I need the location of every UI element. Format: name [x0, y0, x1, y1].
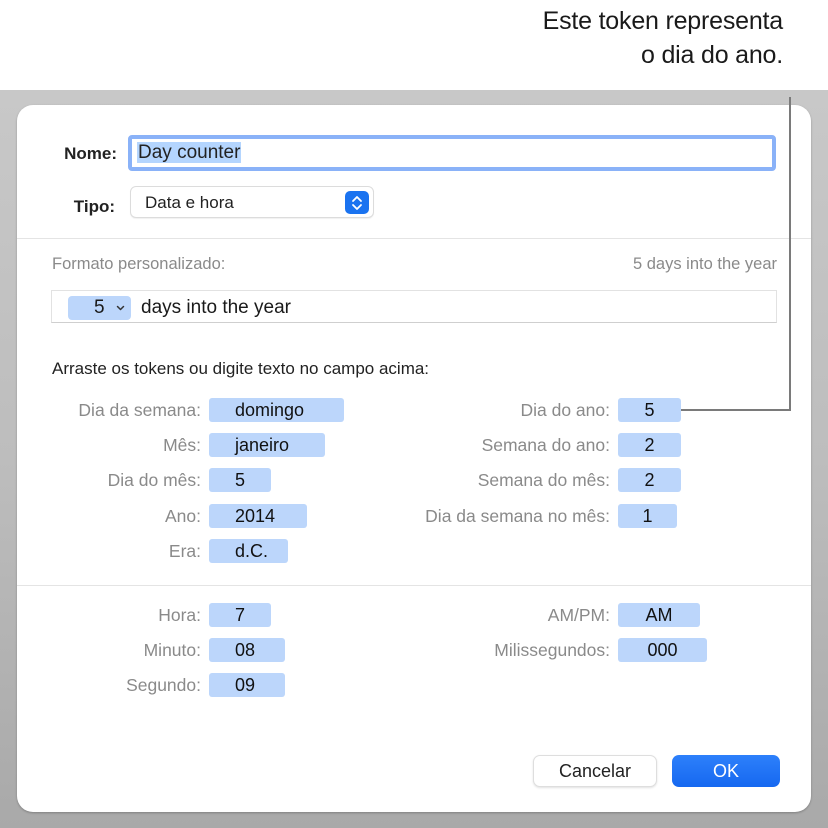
callout-leader-horizontal	[681, 409, 791, 411]
token-weekday-in-month[interactable]: 1	[618, 504, 677, 528]
token-hour[interactable]: 7	[209, 603, 271, 627]
token-era[interactable]: d.C.	[209, 539, 288, 563]
token-label: Dia da semana no mês:	[425, 506, 610, 526]
ok-button[interactable]: OK	[672, 755, 780, 787]
token-year[interactable]: 2014	[209, 504, 307, 528]
token-label: Segundo:	[126, 675, 201, 695]
chevron-down-icon[interactable]	[116, 296, 125, 329]
callout-annotation: Este token representa o dia do ano.	[542, 4, 784, 72]
instructions-text: Arraste os tokens ou digite texto no cam…	[52, 359, 430, 378]
token-label: Semana do mês:	[477, 470, 610, 490]
format-token-field[interactable]: 5 days into the year	[51, 290, 777, 323]
type-label: Tipo:	[73, 197, 115, 216]
token-label: AM/PM:	[547, 605, 610, 625]
token-label: Dia do ano:	[520, 400, 610, 420]
token-month[interactable]: janeiro	[209, 433, 325, 457]
callout-line-1: Este token representa	[542, 7, 784, 35]
token-label: Era:	[168, 541, 201, 561]
name-input[interactable]: Day counter	[128, 135, 776, 171]
token-am-pm[interactable]: AM	[618, 603, 700, 627]
token-label: Dia da semana:	[78, 400, 201, 420]
token-minute[interactable]: 08	[209, 638, 285, 662]
callout-leader-vertical	[789, 97, 791, 411]
separator	[17, 238, 811, 239]
token-week-of-month[interactable]: 2	[618, 468, 681, 492]
cancel-button[interactable]: Cancelar	[533, 755, 657, 787]
format-token-value: 5	[94, 297, 105, 318]
token-label: Dia do mês:	[107, 470, 201, 490]
name-input-value: Day counter	[137, 142, 242, 163]
format-token-day-of-year[interactable]: 5	[68, 296, 131, 320]
token-weekday[interactable]: domingo	[209, 398, 344, 422]
token-day-of-year[interactable]: 5	[618, 398, 681, 422]
type-select-value: Data e hora	[145, 193, 234, 212]
token-day-of-month[interactable]: 5	[209, 468, 271, 492]
token-label: Minuto:	[143, 640, 201, 660]
token-label: Semana do ano:	[481, 435, 610, 455]
separator	[17, 585, 811, 586]
name-label: Nome:	[64, 144, 117, 163]
token-label: Mês:	[163, 435, 201, 455]
token-label: Hora:	[158, 605, 201, 625]
token-second[interactable]: 09	[209, 673, 285, 697]
token-label: Ano:	[165, 506, 201, 526]
custom-format-preview: 5 days into the year	[632, 255, 777, 273]
custom-format-dialog: Nome: Day counter Tipo: Data e hora Form…	[17, 105, 811, 812]
up-down-chevron-icon	[345, 191, 369, 214]
token-week-of-year[interactable]: 2	[618, 433, 681, 457]
token-milliseconds[interactable]: 000	[618, 638, 707, 662]
token-label: Milissegundos:	[494, 640, 610, 660]
type-select[interactable]: Data e hora	[130, 186, 374, 218]
custom-format-label: Formato personalizado:	[52, 255, 226, 273]
callout-line-2: o dia do ano.	[641, 41, 783, 69]
format-field-text: days into the year	[141, 297, 291, 318]
